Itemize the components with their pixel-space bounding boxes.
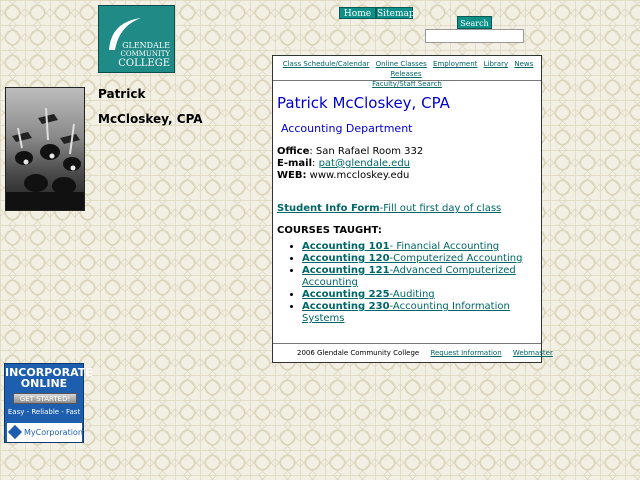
logo-text-line2: COMMUNITY bbox=[120, 50, 170, 58]
graduation-photo-image bbox=[6, 107, 84, 210]
course-code: Accounting 120 bbox=[302, 253, 390, 264]
student-info-form-link[interactable]: Student Info Form-Fill out first day of … bbox=[277, 203, 501, 214]
course-link-101[interactable]: Accounting 101- Financial Accounting bbox=[302, 241, 499, 252]
footer-webmaster-link[interactable]: Webmaster bbox=[513, 349, 553, 357]
course-item: Accounting 120-Computerized Accounting bbox=[302, 253, 548, 265]
top-link-bar: Class Schedule/Calendar Online Classes E… bbox=[279, 59, 535, 89]
ad-get-started-button[interactable]: GET STARTED! bbox=[13, 393, 77, 404]
department-label: Accounting Department bbox=[281, 122, 413, 135]
search-input[interactable] bbox=[425, 29, 524, 43]
sitemap-button[interactable]: Sitemap bbox=[376, 7, 415, 19]
course-link-225[interactable]: Accounting 225-Auditing bbox=[302, 289, 435, 300]
ad-tagline: Easy - Reliable - Fast bbox=[7, 408, 81, 416]
course-link-121[interactable]: Accounting 121-Advanced Computerized Acc… bbox=[302, 265, 516, 288]
link-online-classes[interactable]: Online Classes bbox=[376, 60, 427, 68]
search-button[interactable]: Search bbox=[457, 16, 492, 29]
link-class-schedule[interactable]: Class Schedule/Calendar bbox=[283, 60, 370, 68]
course-link-230[interactable]: Accounting 230-Accounting Information Sy… bbox=[302, 301, 510, 324]
course-code: Accounting 225 bbox=[302, 289, 390, 300]
web-value: www.mccloskey.edu bbox=[306, 170, 410, 181]
link-faculty-staff-search[interactable]: Faculty/Staff Search bbox=[372, 80, 442, 88]
college-logo[interactable]: GLENDALE COMMUNITY COLLEGE bbox=[98, 5, 175, 73]
logo-text-line3: COLLEGE bbox=[118, 58, 170, 69]
ad-headline-line2: ONLINE bbox=[20, 377, 68, 390]
courses-list: Accounting 101- Financial Accounting Acc… bbox=[287, 241, 548, 325]
course-item: Accounting 230-Accounting Information Sy… bbox=[302, 301, 548, 325]
web-label: WEB: bbox=[277, 170, 307, 181]
ad-brand-name: MyCorporation bbox=[24, 428, 83, 437]
home-button[interactable]: Home bbox=[339, 7, 376, 19]
logo-text-line1: GLENDALE bbox=[122, 41, 170, 50]
course-item: Accounting 101- Financial Accounting bbox=[302, 241, 548, 253]
course-name: -Auditing bbox=[389, 289, 435, 300]
footer-divider bbox=[273, 343, 541, 344]
office-value: : San Rafael Room 332 bbox=[309, 146, 424, 157]
office-line: Office: San Rafael Room 332 bbox=[277, 146, 423, 158]
link-library[interactable]: Library bbox=[484, 60, 508, 68]
sidebar-name-last: McCloskey, CPA bbox=[98, 112, 203, 126]
courses-heading: COURSES TAUGHT: bbox=[277, 225, 382, 236]
course-code: Accounting 101 bbox=[302, 241, 390, 252]
email-link[interactable]: pat@glendale.edu bbox=[319, 158, 410, 169]
email-label: E-mail bbox=[277, 158, 313, 169]
student-info-form-rest: -Fill out first day of class bbox=[379, 203, 502, 214]
course-code: Accounting 230 bbox=[302, 301, 390, 312]
course-name: - Financial Accounting bbox=[389, 241, 500, 252]
graduation-photo bbox=[5, 87, 85, 211]
incorporate-online-ad[interactable]: INCORPORATE ONLINE GET STARTED! Easy - R… bbox=[4, 363, 93, 443]
footer: 2006 Glendale Community College Request … bbox=[297, 349, 553, 357]
course-link-120[interactable]: Accounting 120-Computerized Accounting bbox=[302, 253, 522, 264]
main-content-panel: Class Schedule/Calendar Online Classes E… bbox=[272, 55, 553, 363]
footer-copyright: 2006 Glendale Community College bbox=[297, 349, 420, 357]
page-title: Patrick McCloskey, CPA bbox=[277, 94, 450, 112]
course-item: Accounting 121-Advanced Computerized Acc… bbox=[302, 265, 548, 289]
office-label: Office bbox=[277, 146, 310, 157]
web-line: WEB: www.mccloskey.edu bbox=[277, 170, 409, 182]
email-line: E-mail: pat@glendale.edu bbox=[277, 158, 411, 169]
ad-brand: MyCorporation bbox=[7, 423, 83, 442]
top-divider bbox=[273, 80, 541, 81]
course-name: -Computerized Accounting bbox=[389, 253, 523, 264]
course-item: Accounting 225-Auditing bbox=[302, 289, 548, 301]
footer-request-information-link[interactable]: Request Information bbox=[430, 349, 501, 357]
link-employment[interactable]: Employment bbox=[433, 60, 477, 68]
course-code: Accounting 121 bbox=[302, 265, 390, 276]
student-info-form-bold: Student Info Form bbox=[277, 203, 380, 214]
mycorporation-logo-icon bbox=[7, 424, 23, 440]
sidebar-name-first: Patrick bbox=[98, 87, 146, 101]
